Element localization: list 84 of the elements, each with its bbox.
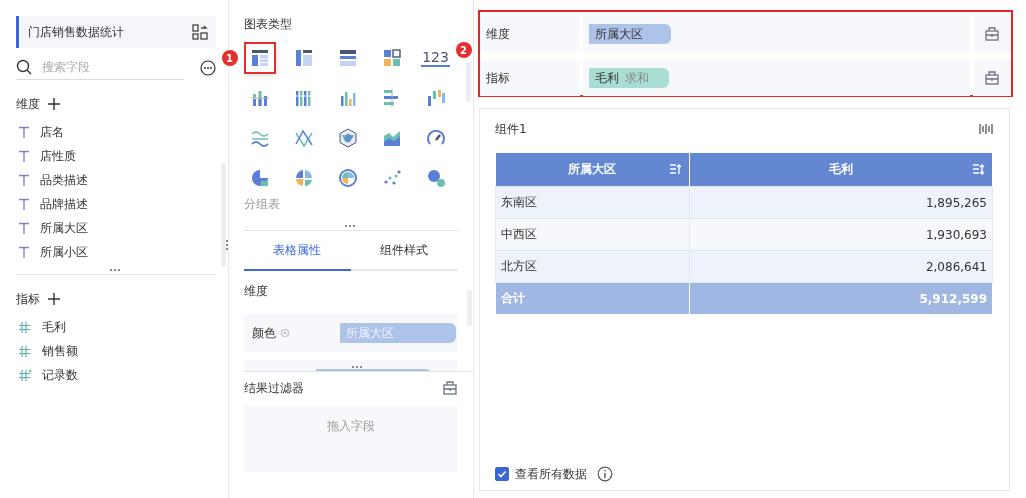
checkbox[interactable] (495, 467, 509, 481)
text-type-icon (18, 222, 30, 234)
field-pill[interactable]: 毛利 求和 (589, 68, 669, 88)
panel-title: 图表类型 (243, 16, 293, 33)
info-icon[interactable] (597, 466, 613, 482)
dataset-title: 门店销售数据统计 (28, 23, 124, 41)
scrollbar[interactable] (221, 163, 226, 267)
column-width-icon[interactable] (979, 122, 993, 136)
chart-type-name: 分组表 (243, 196, 281, 213)
section-title: 维度 (16, 95, 40, 113)
cross-table-icon[interactable] (293, 48, 314, 68)
wave-line-icon[interactable] (249, 128, 270, 148)
toolbox-icon[interactable] (442, 380, 458, 396)
area-chart-icon[interactable] (381, 128, 402, 148)
text-type-icon (18, 246, 30, 258)
column-header[interactable]: 毛利 (689, 153, 993, 187)
number-type-icon (18, 344, 32, 358)
selected-chart-type[interactable] (243, 42, 276, 74)
field-item[interactable]: 所属小区 (40, 243, 88, 261)
toolbox-icon[interactable] (984, 26, 1000, 42)
drag-handle-icon[interactable] (109, 269, 120, 271)
drag-handle-icon[interactable] (225, 240, 228, 250)
rose-chart-icon[interactable] (337, 168, 358, 188)
radar-chart-icon[interactable] (337, 128, 358, 148)
widget-title: 组件1 (495, 120, 527, 138)
section-title: 结果过滤器 (243, 379, 304, 397)
shelf-drop-zone[interactable]: 毛利 求和 (583, 60, 970, 96)
table-cell: 中西区 (495, 218, 690, 251)
bubble-chart-icon[interactable] (425, 168, 446, 188)
table-cell: 2,086,641 (689, 250, 993, 283)
shelf-label: 维度 (480, 16, 580, 52)
number-type-icon (18, 320, 32, 334)
section-title: 维度 (243, 283, 269, 300)
more-icon[interactable] (199, 60, 216, 76)
checkbox-label: 查看所有数据 (515, 465, 587, 483)
field-item[interactable]: 销售额 (42, 342, 78, 360)
field-pill[interactable]: 所属大区 (589, 24, 671, 44)
search-field[interactable]: 搜索字段 (40, 58, 174, 75)
step-badge: 2 (455, 42, 472, 58)
line-chart-icon[interactable] (293, 128, 314, 148)
count-field-icon (18, 368, 32, 382)
field-item[interactable]: 店名 (40, 123, 64, 141)
dashboard-icon[interactable] (381, 48, 402, 68)
table-cell: 1,930,693 (689, 218, 993, 251)
range-column-icon[interactable] (425, 88, 446, 108)
field-item[interactable]: 品类描述 (40, 171, 88, 189)
pie-chart-icon[interactable] (249, 168, 270, 188)
toolbox-icon[interactable] (984, 70, 1000, 86)
pie-chart-icon[interactable] (293, 168, 314, 188)
property-label: 颜色 (251, 324, 276, 342)
text-type-icon (18, 198, 30, 210)
sort-icon[interactable] (972, 162, 986, 176)
switch-icon[interactable] (191, 24, 208, 40)
search-icon (16, 58, 32, 75)
shelf-drop-zone[interactable]: 所属大区 (583, 16, 970, 52)
table-cell: 1,895,265 (689, 186, 993, 219)
field-item[interactable]: 品牌描述 (40, 195, 88, 213)
text-type-icon (18, 150, 30, 162)
total-cell: 合计 (495, 282, 690, 315)
table-cell: 北方区 (495, 250, 690, 283)
section-title: 指标 (16, 290, 40, 308)
column-header[interactable]: 所属大区 (495, 153, 690, 187)
detail-table-icon[interactable] (337, 48, 358, 68)
stacked-column-icon[interactable] (249, 88, 270, 108)
drag-handle-icon[interactable] (352, 366, 363, 368)
field-item[interactable]: 店性质 (40, 147, 76, 165)
drag-handle-icon[interactable] (344, 225, 355, 227)
check-icon (497, 469, 507, 479)
tab[interactable]: 表格属性 (243, 231, 351, 271)
step-badge: 1 (221, 50, 238, 66)
field-item[interactable]: 毛利 (42, 318, 66, 336)
total-cell: 5,912,599 (689, 282, 993, 315)
field-item[interactable]: 记录数 (42, 366, 78, 384)
table-icon[interactable] (249, 48, 270, 68)
text-type-icon (18, 174, 30, 186)
add-icon[interactable] (48, 293, 60, 305)
shelf-label: 指标 (480, 60, 580, 96)
add-icon[interactable] (48, 98, 60, 110)
tab[interactable]: 组件样式 (350, 231, 458, 271)
table-cell: 东南区 (495, 186, 690, 219)
sort-icon[interactable] (669, 162, 684, 176)
text-type-icon (18, 126, 30, 138)
grouped-column-icon[interactable] (293, 88, 314, 108)
field-item[interactable]: 所属大区 (40, 219, 88, 237)
